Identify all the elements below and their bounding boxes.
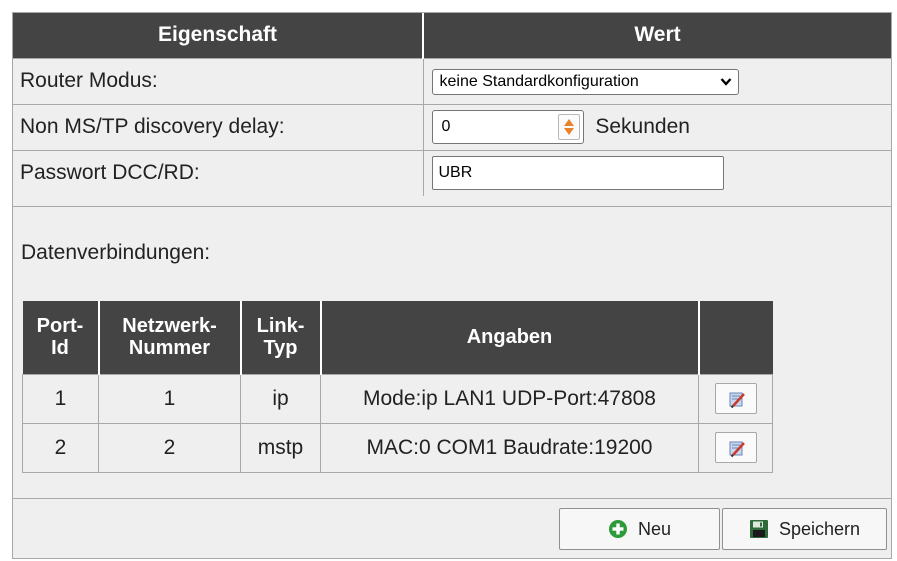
password-label: Passwort DCC/RD: — [13, 149, 424, 196]
table-row: 1 1 ip Mode:ip LAN1 UDP-Port:47808 — [22, 373, 773, 424]
header-actions — [698, 301, 773, 374]
port-id-cell: 2 — [22, 422, 99, 473]
password-cell: UBR — [423, 149, 891, 196]
port-id-cell: 1 — [22, 373, 99, 424]
discovery-delay-value: 0 — [441, 118, 451, 135]
properties-header-row: Eigenschaft Wert — [13, 13, 891, 58]
router-mode-selected: keine Standardkonfiguration — [439, 72, 639, 90]
chevron-down-icon — [720, 70, 732, 101]
save-button[interactable]: Speichern — [722, 508, 887, 550]
settings-panel: Eigenschaft Wert Router Modus: keine Sta… — [12, 12, 892, 559]
action-cell — [698, 422, 773, 473]
row-password: Passwort DCC/RD: UBR — [13, 149, 891, 196]
new-button-label: Neu — [637, 518, 672, 539]
connections-label: Datenverbindungen: — [21, 241, 211, 264]
router-mode-label: Router Modus: — [13, 57, 424, 104]
header-details: Angaben — [320, 301, 700, 374]
save-button-label: Speichern — [778, 518, 861, 539]
properties-table: Eigenschaft Wert Router Modus: keine Sta… — [13, 13, 891, 196]
password-input[interactable]: UBR — [431, 156, 724, 191]
discovery-delay-unit: Sekunden — [595, 115, 690, 138]
edit-button[interactable] — [714, 432, 757, 463]
edit-pencil-icon — [729, 392, 745, 409]
connections-table: Port- Id Netzwerk- Nummer Link- Typ Anga… — [22, 301, 773, 473]
edit-button[interactable] — [714, 383, 757, 414]
spinner-up-icon[interactable] — [563, 119, 574, 126]
link-type-cell: ip — [240, 373, 321, 424]
connections-header-row: Port- Id Netzwerk- Nummer Link- Typ Anga… — [22, 301, 773, 374]
action-bar: Neu Speichern — [13, 498, 891, 558]
row-discovery-delay: Non MS/TP discovery delay: 0 Sekunden — [13, 103, 891, 150]
spinner-arrows-icon[interactable] — [557, 114, 580, 140]
link-type-cell: mstp — [240, 422, 321, 473]
new-button[interactable]: Neu — [559, 508, 720, 550]
details-cell: MAC:0 COM1 Baudrate:19200 — [320, 422, 699, 473]
details-cell: Mode:ip LAN1 UDP-Port:47808 — [320, 373, 699, 424]
router-mode-cell: keine Standardkonfiguration — [423, 57, 891, 104]
spinner-down-icon[interactable] — [563, 128, 574, 135]
edit-pencil-icon — [729, 441, 745, 458]
header-link-type: Link- Typ — [240, 301, 322, 374]
header-network: Netzwerk- Nummer — [98, 301, 242, 374]
floppy-disk-icon — [749, 520, 768, 538]
discovery-delay-label: Non MS/TP discovery delay: — [13, 103, 424, 150]
plus-circle-icon — [608, 520, 627, 538]
discovery-delay-cell: 0 Sekunden — [423, 103, 891, 150]
header-port-id: Port- Id — [22, 301, 100, 374]
network-cell: 2 — [98, 422, 241, 473]
row-router-mode: Router Modus: keine Standardkonfiguratio… — [13, 57, 891, 104]
header-property: Eigenschaft — [13, 13, 424, 58]
connections-section: Datenverbindungen: Port- Id Netzwerk- Nu… — [13, 206, 891, 498]
discovery-delay-input[interactable]: 0 — [431, 110, 584, 144]
table-row: 2 2 mstp MAC:0 COM1 Baudrate:19200 — [22, 422, 773, 473]
action-cell — [698, 373, 773, 424]
header-value: Wert — [423, 13, 891, 58]
network-cell: 1 — [98, 373, 241, 424]
router-mode-select[interactable]: keine Standardkonfiguration — [431, 68, 739, 95]
